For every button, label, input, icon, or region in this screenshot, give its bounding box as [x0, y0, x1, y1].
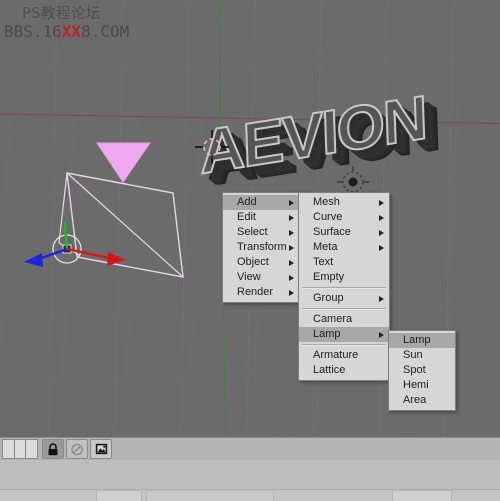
menu-item-label: Edit	[237, 211, 256, 223]
menu-item-label: Meta	[313, 241, 338, 253]
grid-cell	[26, 440, 37, 458]
submenu-arrow-icon	[289, 274, 294, 281]
menu-item-sun[interactable]: Sun	[389, 348, 455, 363]
submenu-arrow-icon	[379, 244, 384, 251]
menu-item-lamp[interactable]: Lamp	[389, 333, 455, 348]
image-icon[interactable]	[90, 439, 112, 459]
grid-cell	[14, 440, 27, 458]
context-menu-lamp[interactable]: Lamp Sun Spot Hemi Area	[388, 330, 456, 411]
menu-item-surface[interactable]: Surface	[299, 225, 389, 240]
menu-item-label: Armature	[313, 349, 359, 361]
menu-item-label: Area	[403, 394, 427, 406]
menu-item-area[interactable]: Area	[389, 393, 455, 408]
menu-item-label: Object	[237, 256, 269, 268]
submenu-arrow-icon	[379, 199, 384, 206]
submenu-arrow-icon	[289, 199, 294, 206]
bottom-widget-left[interactable]	[96, 490, 142, 501]
menu-item-add[interactable]: Add	[223, 195, 299, 210]
text-object-aevion[interactable]: AEVION AEVION AEVION	[196, 82, 456, 193]
menu-item-label: Spot	[403, 364, 426, 376]
menu-item-label: Empty	[313, 271, 345, 283]
menu-item-lattice[interactable]: Lattice	[299, 363, 389, 378]
submenu-arrow-icon	[379, 229, 384, 236]
menu-item-render[interactable]: Render	[223, 285, 299, 300]
menu-item-label: Lamp	[313, 328, 341, 340]
transform-gizmo[interactable]	[22, 208, 132, 292]
menu-item-transform[interactable]: Transform	[223, 240, 299, 255]
grid-cell	[3, 440, 15, 458]
menu-item-view[interactable]: View	[223, 270, 299, 285]
menu-item-curve[interactable]: Curve	[299, 210, 389, 225]
menu-item-label: Sun	[403, 349, 423, 361]
submenu-arrow-icon	[379, 331, 384, 338]
submenu-arrow-icon	[289, 259, 294, 266]
menu-item-lamp[interactable]: Lamp	[299, 327, 389, 342]
menu-item-label: Render	[237, 286, 274, 298]
bottom-widget-center[interactable]	[146, 490, 274, 501]
menu-item-meta[interactable]: Meta	[299, 240, 389, 255]
submenu-arrow-icon	[289, 289, 294, 296]
menu-item-label: Lamp	[403, 334, 431, 346]
menu-separator	[302, 344, 386, 346]
lock-icon[interactable]	[42, 439, 64, 459]
menu-item-label: Hemi	[403, 379, 429, 391]
submenu-arrow-icon	[289, 214, 294, 221]
menu-item-label: Group	[313, 292, 344, 304]
menu-separator	[302, 308, 386, 310]
bottom-toolbar[interactable]	[0, 437, 500, 460]
bottom-widget-right[interactable]	[392, 490, 452, 501]
3d-cursor	[195, 130, 229, 164]
menu-item-mesh[interactable]: Mesh	[299, 195, 389, 210]
menu-item-label: Add	[237, 196, 257, 208]
menu-item-object[interactable]: Object	[223, 255, 299, 270]
menu-item-label: Text	[313, 256, 334, 268]
menu-item-label: Surface	[313, 226, 351, 238]
menu-item-text[interactable]: Text	[299, 255, 389, 270]
menu-item-empty[interactable]: Empty	[299, 270, 389, 285]
menu-item-label: Transform	[237, 241, 287, 253]
menu-item-label: Select	[237, 226, 268, 238]
link-icon[interactable]	[66, 439, 88, 459]
menu-item-label: Mesh	[313, 196, 340, 208]
submenu-arrow-icon	[289, 229, 294, 236]
menu-item-label: View	[237, 271, 261, 283]
menu-item-label: Camera	[313, 313, 353, 325]
view-mode-grid-icon[interactable]	[2, 439, 38, 459]
menu-item-edit[interactable]: Edit	[223, 210, 299, 225]
menu-item-label: Lattice	[313, 364, 346, 376]
submenu-arrow-icon	[379, 214, 384, 221]
bottom-strip	[0, 489, 500, 501]
submenu-arrow-icon	[289, 244, 294, 251]
menu-item-armature[interactable]: Armature	[299, 348, 389, 363]
menu-item-select[interactable]: Select	[223, 225, 299, 240]
menu-item-label: Curve	[313, 211, 343, 223]
menu-separator	[302, 287, 386, 289]
context-menu-main[interactable]: Add Edit Select Transform Object View Render	[222, 192, 300, 303]
menu-item-camera[interactable]: Camera	[299, 312, 389, 327]
bottom-properties-panel[interactable]	[0, 459, 500, 501]
context-menu-add[interactable]: Mesh Curve Surface Meta Text Empty Group Camera…	[298, 192, 390, 381]
menu-item-spot[interactable]: Spot	[389, 363, 455, 378]
submenu-arrow-icon	[379, 295, 384, 302]
menu-item-hemi[interactable]: Hemi	[389, 378, 455, 393]
menu-item-group[interactable]: Group	[299, 291, 389, 306]
